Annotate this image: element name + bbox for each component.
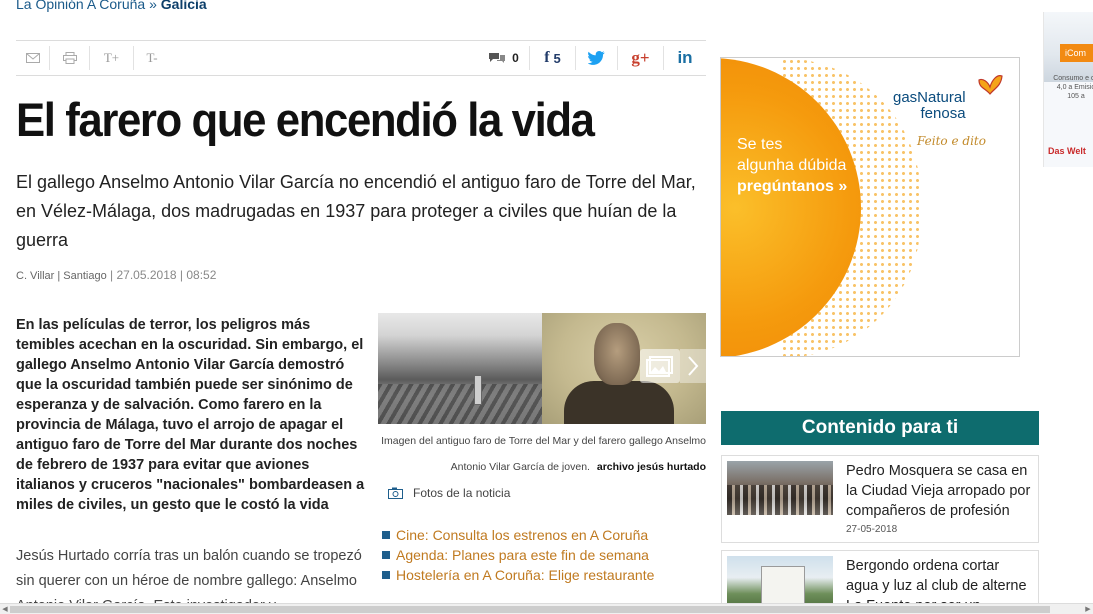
comments-button[interactable]: 0 [478, 46, 530, 70]
gasnatural-ad[interactable]: Se tes algunha dúbida pregúntanos » gasN… [720, 57, 1020, 357]
photo-credit: archivo jesús hurtado [596, 461, 706, 473]
portrait-uniform [564, 381, 674, 424]
ad-slogan: Feito e dito [917, 134, 986, 148]
recommended-item[interactable]: Pedro Mosquera se casa en la Ciudad Viej… [721, 455, 1039, 543]
partial-side-ad[interactable]: iCom Consumo e de 4,0 a Emisio 105 a Das… [1043, 12, 1093, 167]
ad-line-1: Se tes [737, 136, 783, 153]
side-ad-logo: Das Welt [1048, 146, 1086, 156]
recommended-thumbnail [727, 461, 833, 515]
recommended-thumbnail [727, 556, 833, 610]
butterfly-logo-icon [978, 75, 1003, 95]
googleplus-icon: g+ [631, 48, 650, 67]
article-subheadline: El gallego Anselmo Antonio Vilar García … [16, 172, 696, 250]
text-smaller-button[interactable]: T- [134, 46, 170, 70]
article-headline: El farero que encendió la vida [16, 93, 595, 146]
side-ad-small-text: Consumo e de 4,0 a Emisio 105 a [1053, 75, 1093, 100]
breadcrumb-separator: » [149, 0, 157, 12]
googleplus-share-button[interactable]: g+ [618, 46, 664, 70]
article-lead: En las películas de terror, los peligros… [16, 317, 365, 513]
camera-icon [388, 487, 403, 499]
promo-link-label: Agenda: Planes para este fin de semana [396, 547, 649, 563]
text-bigger-button[interactable]: T+ [90, 46, 134, 70]
recommended-header: Contenido para ti [721, 411, 1039, 445]
ad-line-2: algunha dúbida [737, 157, 847, 174]
twitter-share-button[interactable] [576, 46, 618, 70]
scroll-left-icon[interactable]: ◀ [1, 605, 9, 614]
breadcrumb-parent-link[interactable]: La Opinión A Coruña [16, 0, 145, 12]
square-bullet-icon [382, 531, 390, 539]
article-date: | 27.05.2018 | 08:52 [110, 268, 217, 282]
article-byline: C. Villar | Santiago | 27.05.2018 | 08:5… [16, 268, 216, 282]
twitter-bird-icon [588, 51, 605, 65]
share-toolbar: T+ T- 0 f 5 g+ in [16, 40, 706, 76]
lighthouse-photo [378, 313, 542, 424]
envelope-icon [25, 53, 40, 63]
facebook-icon: f [544, 49, 550, 66]
promo-link-restaurants[interactable]: Hostelería en A Coruña: Elige restaurant… [382, 565, 654, 585]
facebook-count: 5 [553, 50, 561, 66]
promo-link-cinema[interactable]: Cine: Consulta los estrenos en A Coruña [382, 525, 654, 545]
scrollbar-thumb[interactable] [10, 606, 1050, 613]
speech-bubbles-icon [489, 53, 506, 63]
recommended-title[interactable]: Pedro Mosquera se casa en la Ciudad Viej… [846, 461, 1034, 521]
square-bullet-icon [382, 551, 390, 559]
gallery-button[interactable] [640, 349, 680, 383]
promo-link-label: Hostelería en A Coruña: Elige restaurant… [396, 567, 655, 583]
lighthouse-tower [474, 375, 482, 405]
photo-landscape [378, 384, 542, 424]
gallery-icon [646, 356, 673, 377]
horizontal-scrollbar[interactable]: ◀ ▶ [0, 603, 1093, 614]
article-author: C. Villar | Santiago [16, 270, 107, 282]
chevron-right-icon [688, 356, 699, 376]
promo-links: Cine: Consulta los estrenos en A Coruña … [382, 525, 654, 585]
printer-icon [62, 52, 77, 64]
portrait-face [594, 323, 640, 385]
ad-brand: gasNatural fenosa [893, 90, 966, 122]
square-bullet-icon [382, 571, 390, 579]
recommended-date: 27-05-2018 [846, 524, 898, 535]
print-button[interactable] [50, 46, 90, 70]
promo-link-agenda[interactable]: Agenda: Planes para este fin de semana [382, 545, 654, 565]
linkedin-icon: in [677, 48, 693, 67]
photos-link-label: Fotos de la noticia [413, 486, 511, 500]
promo-link-label: Cine: Consulta los estrenos en A Coruña [396, 527, 649, 543]
ad-message: Se tes algunha dúbida pregúntanos » [737, 134, 847, 197]
breadcrumb-current-link[interactable]: Galicia [161, 0, 207, 12]
scroll-right-icon[interactable]: ▶ [1084, 605, 1092, 614]
email-button[interactable] [16, 46, 50, 70]
breadcrumb: La Opinión A Coruña » Galicia [16, 0, 207, 12]
gallery-next-button[interactable] [680, 349, 706, 383]
facebook-share-button[interactable]: f 5 [530, 46, 576, 70]
linkedin-share-button[interactable]: in [664, 46, 706, 70]
ad-brand-line-2: fenosa [920, 105, 966, 122]
photos-link[interactable]: Fotos de la noticia [388, 486, 510, 500]
comments-count: 0 [512, 51, 519, 65]
article-photo[interactable] [378, 313, 706, 424]
side-ad-badge: iCom [1060, 44, 1093, 62]
ad-brand-line-1: gasNatural [893, 89, 966, 106]
photo-caption: Imagen del antiguo faro de Torre del Mar… [378, 428, 706, 480]
ad-cta[interactable]: pregúntanos » [737, 176, 847, 197]
